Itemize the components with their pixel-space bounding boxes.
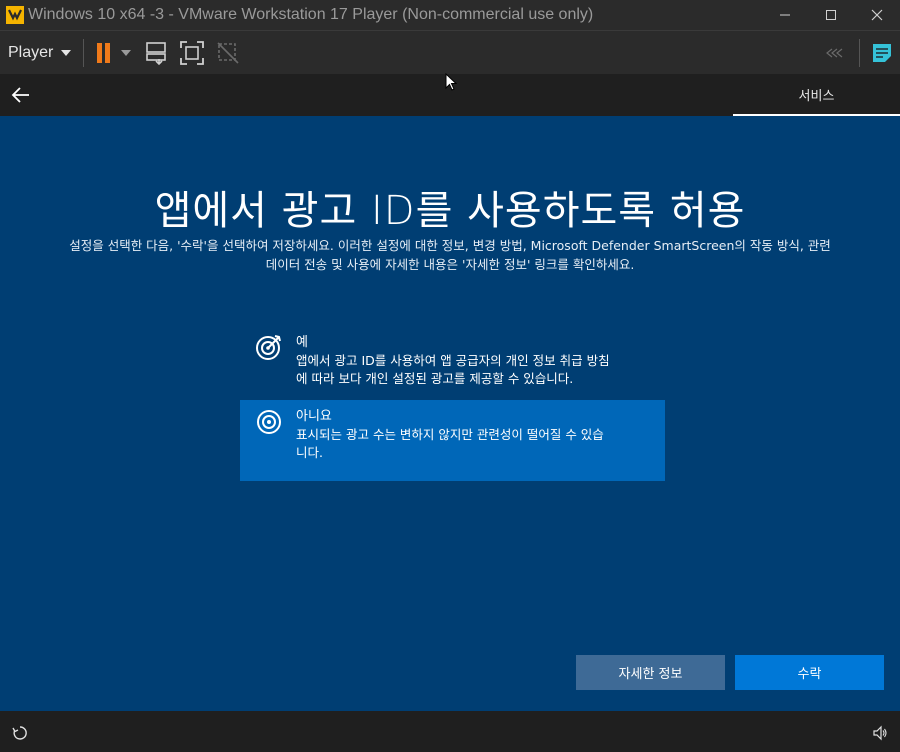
collapse-toolbar-button[interactable]	[821, 39, 849, 67]
send-ctrl-alt-del-icon	[146, 41, 167, 65]
maximize-icon	[826, 10, 836, 20]
accept-button[interactable]: 수락	[735, 655, 884, 690]
notes-icon	[873, 44, 891, 62]
window-titlebar: Windows 10 x64 -3 - VMware Workstation 1…	[0, 0, 900, 30]
guest-screen: 서비스 앱에서 광고 ID를 사용하도록 허용 설정을 선택한 다음, '수락'…	[0, 74, 900, 711]
ease-of-access-icon[interactable]	[12, 725, 28, 741]
back-button[interactable]	[8, 82, 34, 108]
option-description: 앱에서 광고 ID를 사용하여 앱 공급자의 개인 정보 취급 방침	[296, 353, 610, 368]
description-line: 설정을 선택한 다음, '수락'을 선택하여 저장하세요. 이러한 설정에 대한…	[69, 238, 831, 253]
minimize-button[interactable]	[762, 0, 808, 30]
page-title: 앱에서 광고 ID를 사용하도록 허용	[154, 188, 746, 234]
option-title: 예	[296, 335, 308, 350]
option-no[interactable]: 아니요 표시되는 광고 수는 변하지 않지만 관련성이 떨어질 수 있습 니다.	[240, 400, 665, 481]
target-icon	[256, 335, 281, 360]
collapse-arrows-icon	[826, 48, 843, 58]
fullscreen-button[interactable]	[178, 39, 206, 67]
window-controls	[762, 0, 900, 30]
toolbar-divider	[859, 39, 860, 67]
window-title: Windows 10 x64 -3 - VMware Workstation 1…	[28, 6, 594, 23]
close-icon	[871, 9, 883, 21]
player-toolbar: Player	[0, 30, 900, 74]
option-title: 아니요	[296, 409, 332, 424]
mouse-cursor-icon	[445, 73, 457, 91]
close-button[interactable]	[854, 0, 900, 30]
volume-icon[interactable]	[872, 725, 888, 741]
pause-button[interactable]	[94, 39, 134, 67]
fullscreen-icon	[180, 40, 205, 65]
vmware-logo-icon	[4, 4, 26, 26]
option-description: 에 따라 보다 개인 설정된 광고를 제공할 수 있습니다.	[296, 371, 574, 386]
player-menu-label: Player	[8, 43, 54, 61]
pause-icon	[97, 42, 132, 63]
radio-target-icon	[257, 410, 281, 434]
back-arrow-icon	[11, 87, 29, 103]
chevron-down-icon	[61, 49, 72, 56]
tab-services: 서비스	[733, 74, 900, 116]
send-ctrl-alt-del-button[interactable]	[142, 39, 170, 67]
option-description: 표시되는 광고 수는 변하지 않지만 관련성이 떨어질 수 있습	[296, 427, 604, 442]
oobe-footer	[0, 711, 900, 752]
description-line: 데이터 전송 및 사용에 자세한 내용은 '자세한 정보' 링크를 확인하세요.	[265, 257, 635, 272]
player-menu-button[interactable]: Player	[8, 38, 72, 68]
option-description: 니다.	[296, 445, 323, 460]
toolbar-right	[821, 31, 900, 75]
maximize-button[interactable]	[808, 0, 854, 30]
minimize-icon	[780, 14, 790, 16]
unity-icon	[217, 41, 239, 64]
unity-button[interactable]	[214, 39, 242, 67]
notes-button[interactable]	[868, 39, 896, 67]
toolbar-divider	[83, 38, 85, 67]
page-description: 설정을 선택한 다음, '수락'을 선택하여 저장하세요. 이러한 설정에 대한…	[40, 236, 860, 274]
option-yes[interactable]: 예 앱에서 광고 ID를 사용하여 앱 공급자의 개인 정보 취급 방침 에 따…	[240, 326, 665, 394]
learn-more-button[interactable]: 자세한 정보	[576, 655, 725, 690]
